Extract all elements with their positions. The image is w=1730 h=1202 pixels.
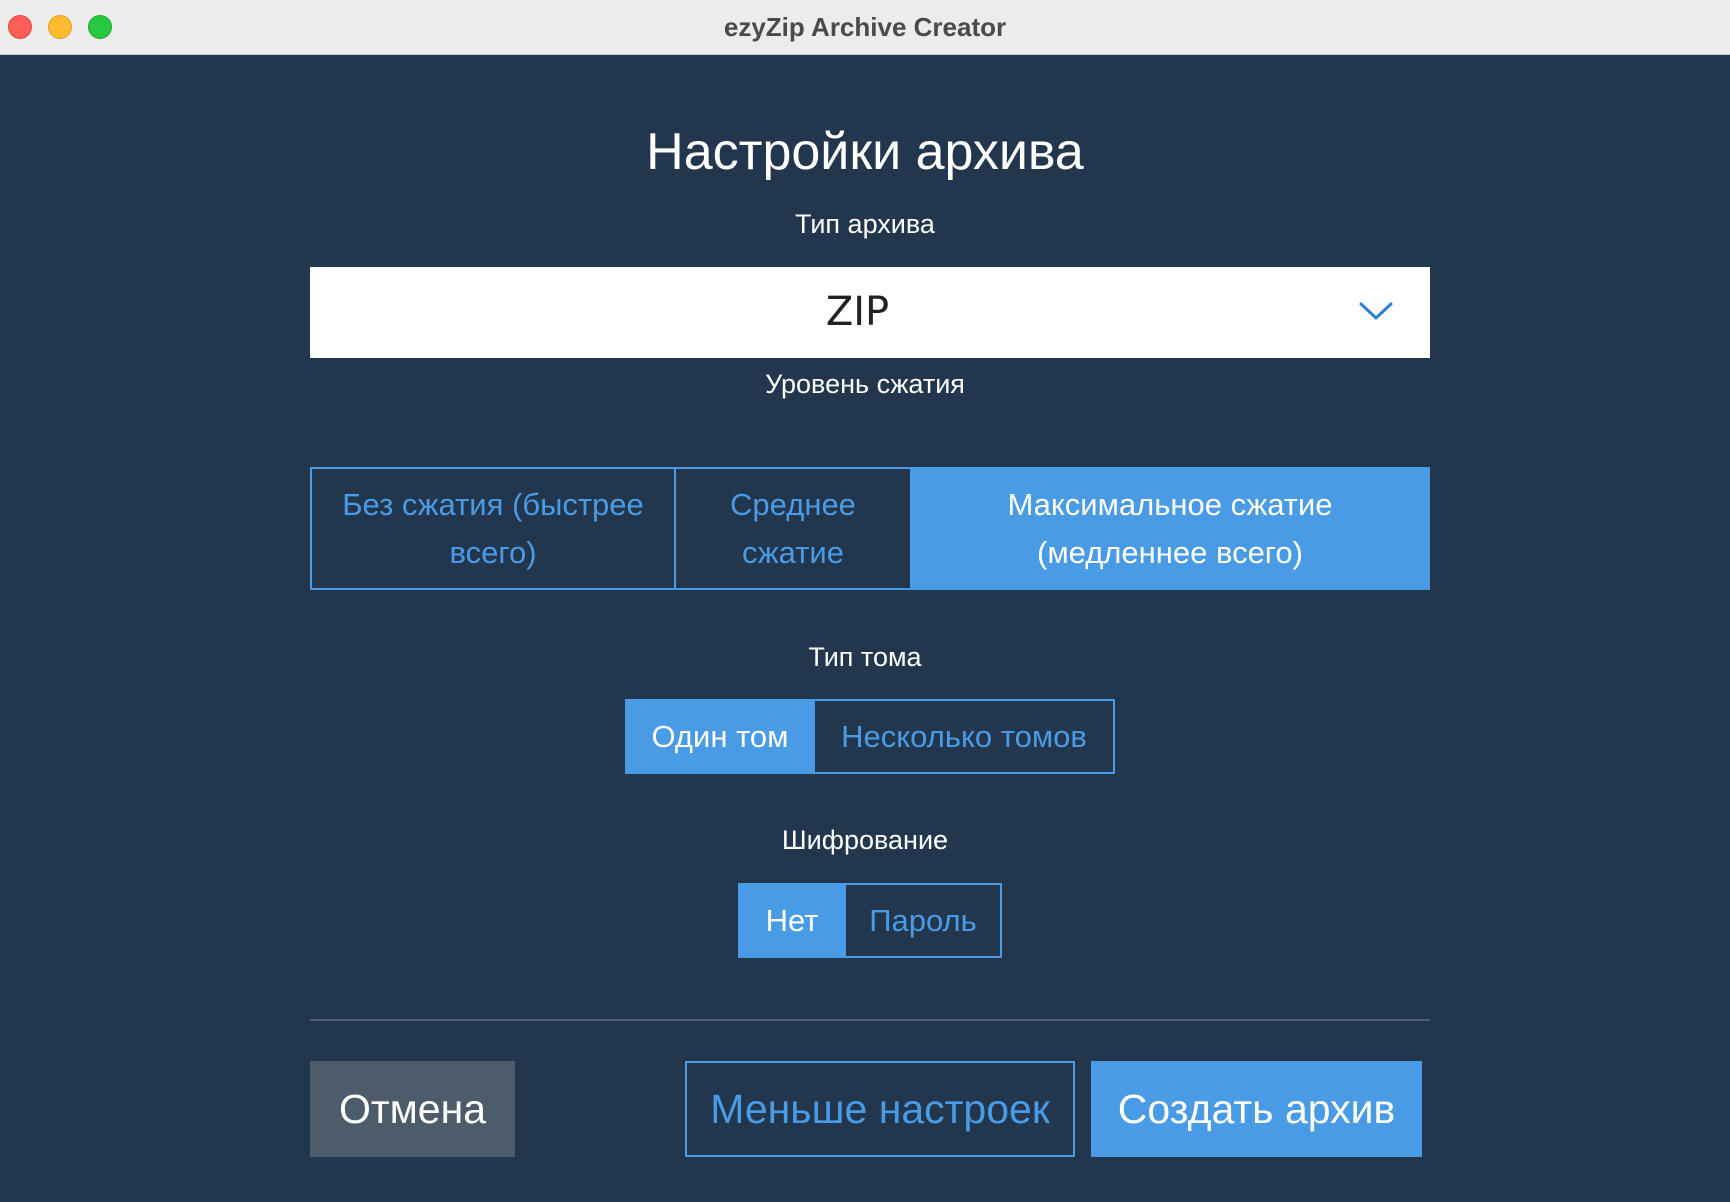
minimize-window-button[interactable] <box>48 15 72 39</box>
compression-option-medium-label: Среднее сжатие <box>730 486 856 570</box>
zoom-window-button[interactable] <box>88 15 112 39</box>
window-title: ezyZip Archive Creator <box>723 12 1007 42</box>
encryption-option-password[interactable]: Пароль <box>844 885 1000 956</box>
compression-option-medium[interactable]: Среднее сжатие <box>674 469 910 588</box>
volume-type-label: Тип тома <box>808 642 922 672</box>
archive-type-value: ZIP <box>825 289 890 335</box>
divider <box>310 1019 1430 1021</box>
archive-type-select[interactable]: ZIP <box>310 267 1430 358</box>
compression-option-none-label: Без сжатия (быстрее всего) <box>342 486 644 570</box>
compression-option-maximum-label: Максимальное сжатие (медленнее всего) <box>1007 486 1333 570</box>
create-archive-button[interactable]: Создать архив <box>1091 1061 1422 1157</box>
chevron-down-icon <box>1359 302 1393 320</box>
archive-settings-panel: Настройки архива Тип архива ZIP Уровень … <box>0 55 1730 1202</box>
compression-option-maximum[interactable]: Максимальное сжатие (медленнее всего) <box>910 469 1428 588</box>
volume-option-single[interactable]: Один том <box>627 701 813 772</box>
close-window-button[interactable] <box>8 15 32 39</box>
cancel-button[interactable]: Отмена <box>310 1061 515 1157</box>
compression-level-label: Уровень сжатия <box>765 369 965 399</box>
compression-level-control: Без сжатия (быстрее всего) Среднее сжати… <box>310 467 1430 590</box>
page-title: Настройки архива <box>646 123 1084 181</box>
archive-type-label: Тип архива <box>795 209 935 239</box>
compression-option-none[interactable]: Без сжатия (быстрее всего) <box>312 469 674 588</box>
app-window: ezyZip Archive Creator Настройки архива … <box>0 0 1730 1202</box>
volume-option-multiple[interactable]: Несколько томов <box>813 701 1113 772</box>
fewer-settings-button[interactable]: Меньше настроек <box>685 1061 1075 1157</box>
encryption-control: Нет Пароль <box>738 883 1002 958</box>
title-bar[interactable]: ezyZip Archive Creator <box>0 0 1730 55</box>
encryption-label: Шифрование <box>781 825 949 855</box>
encryption-option-none[interactable]: Нет <box>740 885 844 956</box>
volume-type-control: Один том Несколько томов <box>625 699 1115 774</box>
